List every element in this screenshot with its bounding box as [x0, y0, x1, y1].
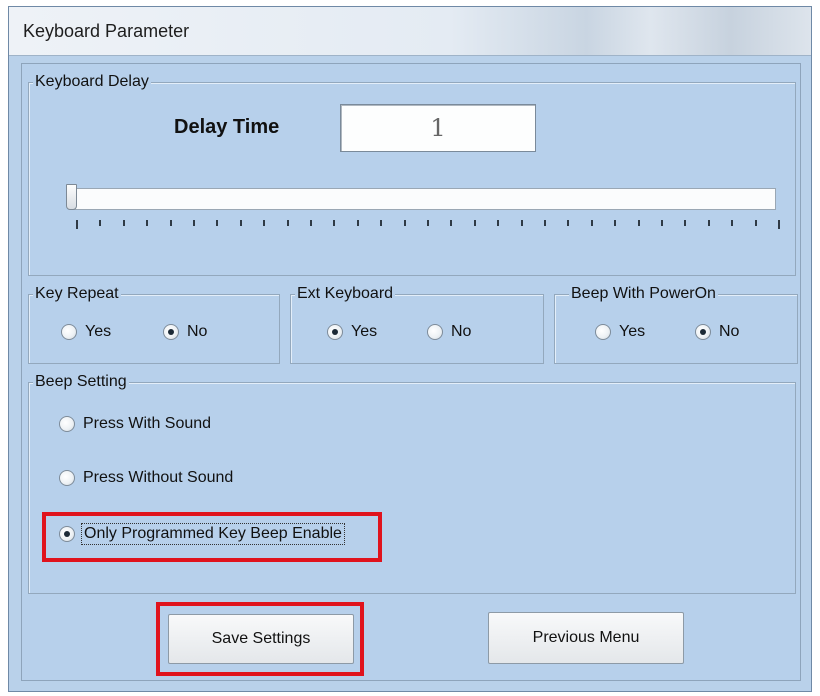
slider-tick [356, 220, 359, 226]
key-repeat-yes-radio[interactable] [61, 324, 77, 340]
beep-poweron-group: Beep With PowerOn Yes No [554, 284, 798, 364]
key-repeat-legend: Key Repeat [33, 284, 121, 304]
ext-keyboard-no-option[interactable]: No [427, 323, 471, 341]
slider-tick [239, 220, 242, 226]
slider-tick [590, 220, 593, 226]
slider-tick [403, 220, 406, 226]
press-without-sound-label: Press Without Sound [83, 469, 234, 486]
ext-keyboard-legend: Ext Keyboard [295, 284, 396, 304]
previous-menu-button[interactable]: Previous Menu [488, 612, 684, 664]
slider-tick [684, 220, 687, 226]
beep-setting-group: Beep Setting Press With Sound Press With… [28, 372, 796, 594]
highlight-save-button [156, 602, 364, 676]
highlight-beep-option [42, 512, 382, 562]
settings-panel: Keyboard Delay Delay Time 1 Key Repeat Y… [21, 63, 801, 681]
ext-keyboard-no-radio[interactable] [427, 324, 443, 340]
delay-time-field[interactable]: 1 [340, 104, 536, 152]
press-without-sound-option[interactable]: Press Without Sound [59, 469, 233, 487]
beep-poweron-yes-radio[interactable] [595, 324, 611, 340]
ext-keyboard-group: Ext Keyboard Yes No [290, 284, 544, 364]
slider-tick [544, 220, 546, 226]
slider-tick [99, 220, 102, 226]
slider-tick [614, 220, 617, 226]
press-without-sound-radio[interactable] [59, 470, 75, 486]
key-repeat-no-radio[interactable] [163, 324, 179, 340]
slider-tick [169, 220, 172, 226]
beep-poweron-no-radio[interactable] [695, 324, 711, 340]
key-repeat-group: Key Repeat Yes No [28, 284, 280, 364]
beep-setting-legend: Beep Setting [33, 372, 129, 392]
slider-tick [731, 220, 734, 226]
delay-slider-track[interactable] [70, 188, 776, 210]
keyboard-delay-legend: Keyboard Delay [33, 72, 151, 92]
keyboard-parameter-window: Keyboard Parameter Keyboard Delay Delay … [8, 6, 812, 692]
ext-keyboard-yes-option[interactable]: Yes [327, 323, 377, 341]
slider-tick [637, 220, 640, 226]
beep-poweron-no-label: No [719, 323, 740, 340]
window-title: Keyboard Parameter [23, 21, 190, 41]
delay-slider-ticks [22, 220, 802, 230]
beep-poweron-legend: Beep With PowerOn [569, 284, 718, 304]
slider-tick [707, 220, 710, 226]
slider-tick [778, 220, 780, 229]
beep-poweron-no-option[interactable]: No [695, 323, 739, 341]
press-with-sound-radio[interactable] [59, 416, 75, 432]
key-repeat-yes-option[interactable]: Yes [61, 323, 111, 341]
slider-tick [286, 220, 289, 226]
slider-tick [473, 220, 476, 226]
slider-tick [450, 220, 453, 226]
slider-tick [380, 220, 383, 226]
key-repeat-no-label: No [187, 323, 208, 340]
slider-tick [661, 220, 663, 226]
slider-tick [263, 220, 266, 226]
press-with-sound-option[interactable]: Press With Sound [59, 415, 211, 433]
slider-tick [122, 220, 125, 226]
ext-keyboard-yes-label: Yes [351, 323, 378, 340]
slider-tick [333, 220, 336, 226]
ext-keyboard-no-label: No [451, 323, 472, 340]
delay-slider-thumb[interactable] [66, 184, 77, 210]
ext-keyboard-yes-radio[interactable] [327, 324, 343, 340]
slider-tick [427, 220, 429, 226]
beep-poweron-yes-label: Yes [619, 323, 646, 340]
slider-tick [567, 220, 570, 226]
slider-tick [146, 220, 149, 226]
slider-tick [497, 220, 500, 226]
slider-tick [520, 220, 523, 226]
slider-tick [76, 220, 78, 229]
title-bar: Keyboard Parameter [9, 7, 811, 56]
slider-tick [193, 220, 195, 226]
slider-tick [216, 220, 219, 226]
key-repeat-yes-label: Yes [85, 323, 112, 340]
slider-tick [310, 220, 312, 226]
slider-tick [754, 220, 757, 226]
key-repeat-no-option[interactable]: No [163, 323, 207, 341]
delay-time-label: Delay Time [174, 116, 280, 138]
press-with-sound-label: Press With Sound [83, 415, 212, 432]
beep-poweron-yes-option[interactable]: Yes [595, 323, 645, 341]
